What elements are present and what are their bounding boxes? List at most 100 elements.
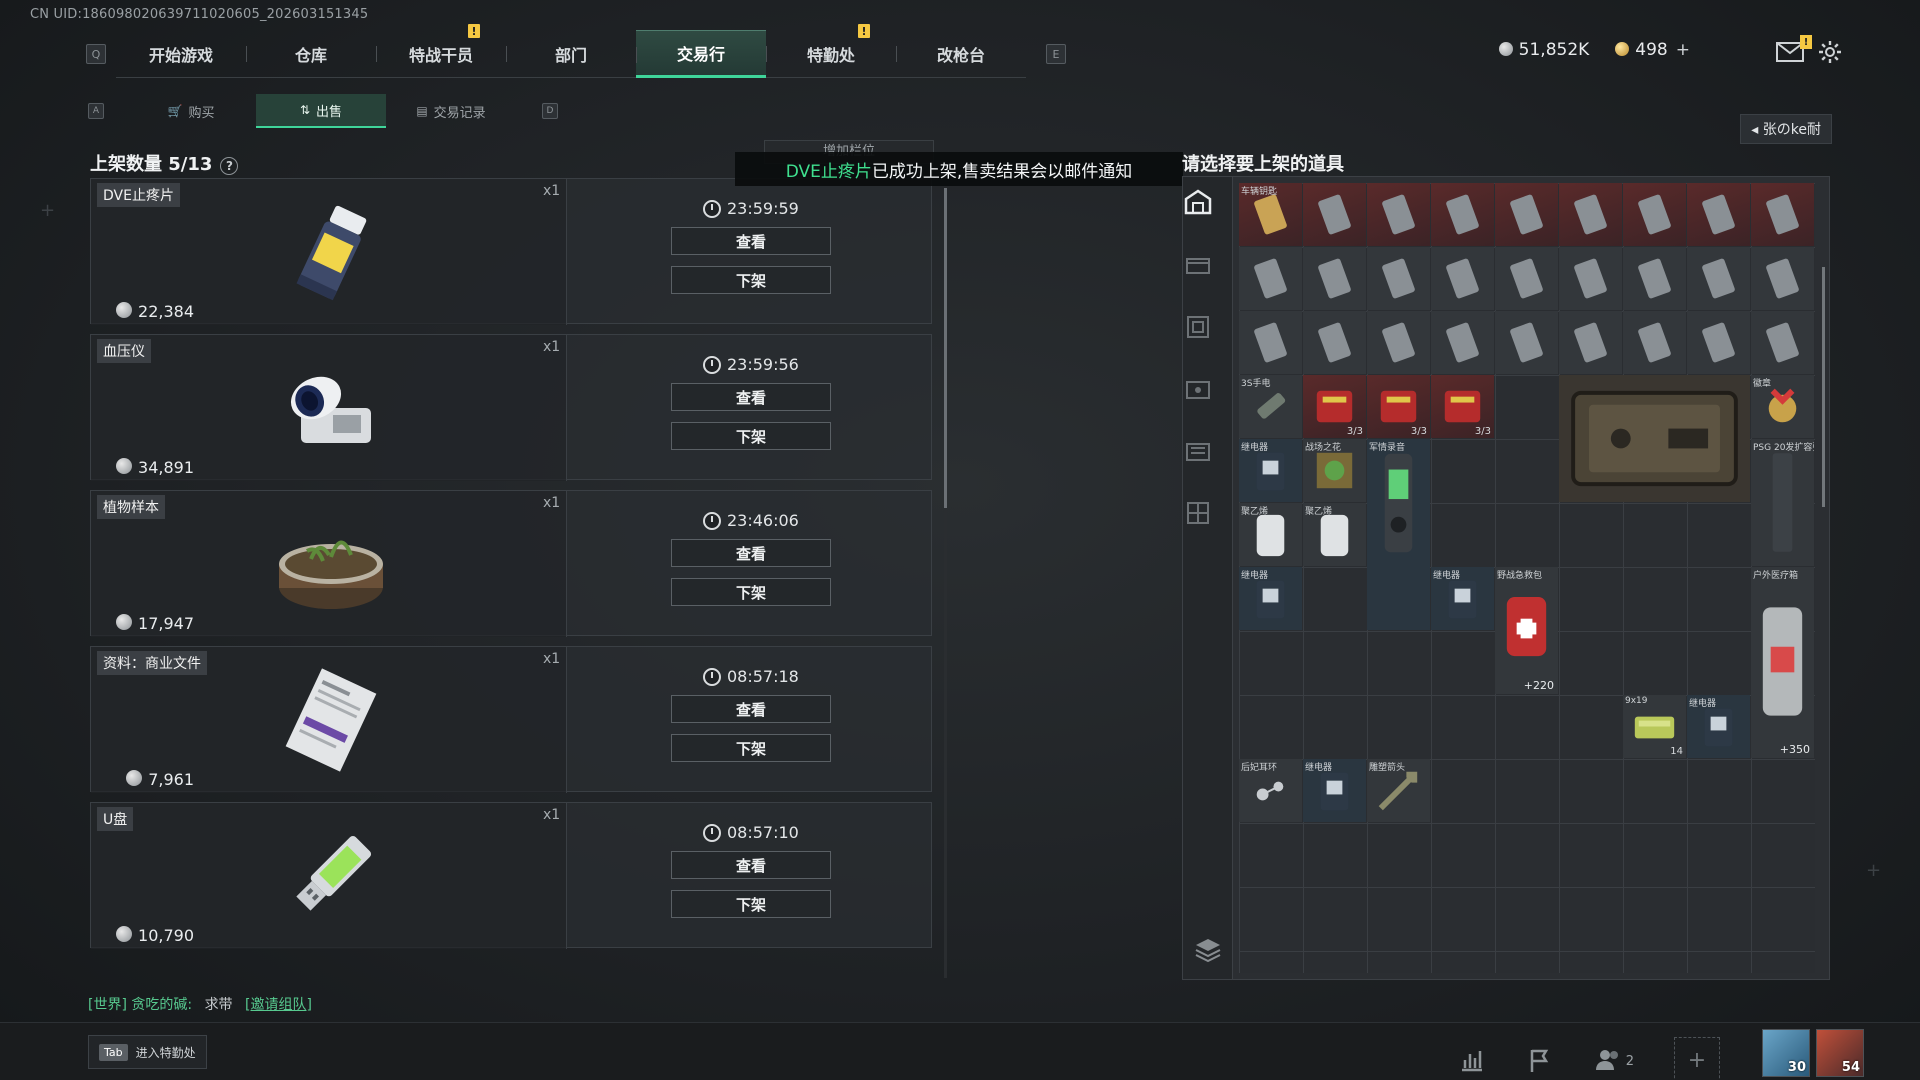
item-timer: 08:57:18 [703, 667, 799, 686]
inventory-slot[interactable]: 徽章 [1751, 375, 1814, 438]
tab-trading[interactable]: 交易行 [636, 30, 766, 78]
inventory-slot[interactable]: 继电器 [1431, 567, 1494, 630]
inventory-slot[interactable] [1559, 311, 1622, 374]
inventory-slot[interactable] [1239, 311, 1302, 374]
subnav-next-key[interactable]: D [542, 103, 558, 119]
card-icon [1638, 322, 1671, 363]
listed-item-card: 植物样本 x1 17,947 23:46:06 查看 下架 [90, 490, 932, 637]
container-icon[interactable] [1183, 497, 1213, 527]
inventory-slot[interactable] [1303, 311, 1366, 374]
inventory-slot[interactable] [1431, 311, 1494, 374]
view-button[interactable]: 查看 [671, 851, 831, 879]
view-button[interactable]: 查看 [671, 383, 831, 411]
listed-scrollbar[interactable] [944, 188, 947, 508]
inventory-slot[interactable]: 继电器 [1303, 759, 1366, 822]
remove-listing-button[interactable]: 下架 [671, 266, 831, 294]
inventory-slot[interactable] [1751, 311, 1814, 374]
flag-icon[interactable] [1526, 1046, 1554, 1074]
inventory-slot[interactable] [1687, 311, 1750, 374]
inventory-slot[interactable] [1367, 311, 1430, 374]
user-chip[interactable]: ◂ 张のke耐 [1740, 114, 1832, 144]
inventory-slot[interactable] [1687, 183, 1750, 246]
tab-start-game[interactable]: 开始游戏 [116, 30, 246, 78]
remove-listing-button[interactable]: 下架 [671, 578, 831, 606]
add-teammate-button[interactable]: + [1674, 1037, 1720, 1080]
inventory-slot[interactable]: 3/3 [1367, 375, 1430, 438]
inventory-slot[interactable]: 野战急救包 +220 [1495, 567, 1558, 694]
inventory-slot[interactable] [1623, 247, 1686, 310]
subtab-sell[interactable]: ⇅ 出售 [256, 94, 386, 128]
nav-next-key[interactable]: E [1046, 44, 1066, 64]
help-icon[interactable]: ? [220, 157, 239, 175]
inventory-slot[interactable] [1239, 247, 1302, 310]
nav-prev-key[interactable]: Q [86, 44, 106, 64]
tab-department[interactable]: 部门 [506, 30, 636, 78]
team-indicator[interactable]: 2 [1594, 1046, 1634, 1074]
silver-currency[interactable]: 51,852K [1498, 40, 1589, 60]
view-button[interactable]: 查看 [671, 695, 831, 723]
tab-gunsmith[interactable]: 改枪台 [896, 30, 1026, 78]
inventory-slot[interactable] [1751, 183, 1814, 246]
chat-user[interactable]: 贪吃的碱: [131, 997, 192, 1013]
inventory-slot[interactable]: 3/3 [1303, 375, 1366, 438]
gold-currency[interactable]: 498 + [1615, 40, 1690, 60]
inventory-slot[interactable] [1559, 183, 1622, 246]
remove-listing-button[interactable]: 下架 [671, 890, 831, 918]
container-icon[interactable] [1183, 311, 1213, 341]
tab-special-ops[interactable]: 特勤处! [766, 24, 896, 78]
inventory-slot[interactable]: 后妃耳环 [1239, 759, 1302, 822]
view-button[interactable]: 查看 [671, 227, 831, 255]
inventory-slot[interactable] [1495, 183, 1558, 246]
warehouse-icon[interactable] [1183, 187, 1213, 217]
avatar[interactable]: 30 [1762, 1029, 1810, 1077]
container-icon[interactable] [1183, 435, 1213, 465]
invite-team-link[interactable]: [邀请组队] [245, 997, 312, 1013]
inventory-slot[interactable]: 继电器 [1239, 439, 1302, 502]
inventory-slot[interactable] [1559, 247, 1622, 310]
inventory-slot[interactable] [1495, 247, 1558, 310]
inventory-slot[interactable]: 户外医疗箱 +350 [1751, 567, 1814, 758]
inventory-slot[interactable] [1367, 247, 1430, 310]
inventory-slot[interactable] [1303, 183, 1366, 246]
view-button[interactable]: 查看 [671, 539, 831, 567]
inventory-slot[interactable]: 9x19 14 [1623, 695, 1686, 758]
container-icon[interactable] [1183, 373, 1213, 403]
inventory-slot[interactable] [1623, 183, 1686, 246]
inventory-slot[interactable] [1431, 247, 1494, 310]
inventory-slot[interactable]: 聚乙烯 [1239, 503, 1302, 566]
inventory-slot[interactable]: 雕塑箭头 [1367, 759, 1430, 822]
layers-icon[interactable] [1193, 935, 1223, 965]
stats-icon[interactable] [1458, 1046, 1486, 1074]
slot-label: 车辆钥匙 [1241, 187, 1278, 197]
inventory-slot[interactable]: 军情录音 [1367, 439, 1430, 630]
inventory-slot[interactable] [1431, 183, 1494, 246]
container-icon[interactable] [1183, 249, 1213, 279]
avatar[interactable]: 54 [1816, 1029, 1864, 1077]
tab-operators[interactable]: 特战干员! [376, 24, 506, 78]
crate-item[interactable] [1559, 375, 1750, 502]
subtab-buy[interactable]: 🛒 购买 [126, 94, 256, 128]
inventory-slot[interactable]: 继电器 [1687, 695, 1750, 758]
inventory-slot[interactable]: 3S手电 [1239, 375, 1302, 438]
inventory-slot[interactable] [1687, 247, 1750, 310]
inventory-slot[interactable] [1623, 311, 1686, 374]
add-currency-icon[interactable]: + [1676, 40, 1690, 60]
subnav-prev-key[interactable]: A [88, 103, 104, 119]
subtab-records[interactable]: ▤ 交易记录 [386, 94, 516, 128]
inventory-slot[interactable]: PSG 20发扩容弹匣 [1751, 439, 1814, 566]
gear-icon[interactable] [1818, 40, 1842, 64]
inventory-slot[interactable]: 聚乙烯 [1303, 503, 1366, 566]
inventory-slot[interactable]: 战场之花 [1303, 439, 1366, 502]
tab-warehouse[interactable]: 仓库 [246, 30, 376, 78]
remove-listing-button[interactable]: 下架 [671, 734, 831, 762]
inventory-slot[interactable] [1495, 311, 1558, 374]
inventory-slot[interactable]: 车辆钥匙 [1239, 183, 1302, 246]
special-ops-shortcut[interactable]: Tab 进入特勤处 [88, 1035, 207, 1069]
inventory-slot[interactable] [1367, 183, 1430, 246]
remove-listing-button[interactable]: 下架 [671, 422, 831, 450]
inventory-slot[interactable] [1751, 247, 1814, 310]
inventory-slot[interactable] [1303, 247, 1366, 310]
inventory-slot[interactable]: 3/3 [1431, 375, 1494, 438]
inventory-slot[interactable]: 继电器 [1239, 567, 1302, 630]
inventory-scrollbar[interactable] [1822, 267, 1825, 507]
